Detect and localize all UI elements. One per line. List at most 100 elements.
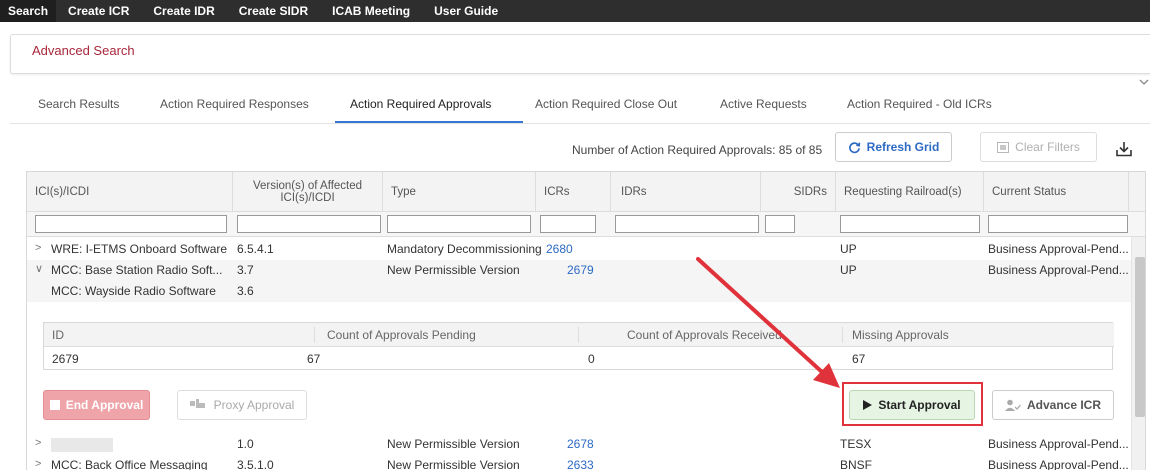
- download-icon[interactable]: [1115, 140, 1133, 158]
- tab-action-required-approvals[interactable]: Action Required Approvals: [350, 97, 491, 111]
- chevron-down-icon[interactable]: [1138, 76, 1150, 88]
- nav-create-idr[interactable]: Create IDR: [141, 0, 226, 22]
- cell-status: Business Approval-Pend...: [988, 242, 1129, 256]
- nav-icab-meeting[interactable]: ICAB Meeting: [320, 0, 422, 22]
- header-sidrs[interactable]: SIDRs: [761, 172, 836, 212]
- nav-create-icr[interactable]: Create ICR: [56, 0, 141, 22]
- subcell-received: 0: [588, 352, 595, 366]
- cell-railroad: UP: [840, 263, 857, 277]
- subcell-pending: 67: [307, 352, 321, 366]
- header-idrs[interactable]: IDRs: [611, 172, 761, 212]
- cell-type: Mandatory Decommissioning: [387, 242, 542, 256]
- subheader-missing: Missing Approvals: [852, 328, 949, 342]
- table-row[interactable]: > MCC: Back Office Messaging 3.5.1.0 New…: [27, 455, 1131, 470]
- cell-icr-link[interactable]: 2678: [567, 437, 594, 451]
- header-status[interactable]: Current Status: [984, 172, 1129, 212]
- refresh-grid-label: Refresh Grid: [866, 140, 940, 154]
- end-approval-label: End Approval: [65, 398, 144, 412]
- subcell-missing: 67: [852, 352, 866, 366]
- clear-filters-button[interactable]: Clear Filters: [980, 132, 1097, 162]
- clear-filters-label: Clear Filters: [1015, 140, 1080, 154]
- scrollbar-thumb[interactable]: [1135, 257, 1145, 417]
- nav-create-sidr[interactable]: Create SIDR: [227, 0, 320, 22]
- table-row-expanded[interactable]: ∨ MCC: Base Station Radio Soft... 3.7 Ne…: [27, 260, 1131, 281]
- cell-status: Business Approval-Pend...: [988, 458, 1129, 470]
- cell-railroad: TESX: [840, 437, 872, 451]
- tab-active-requests[interactable]: Active Requests: [720, 97, 807, 111]
- filter-idrs-input[interactable]: [615, 215, 759, 233]
- header-railroad[interactable]: Requesting Railroad(s): [836, 172, 984, 212]
- cell-version: 3.5.1.0: [237, 458, 274, 470]
- grid-scrollbar[interactable]: [1131, 237, 1145, 470]
- filter-type-input[interactable]: [387, 215, 531, 233]
- cell-type: New Permissible Version: [387, 458, 520, 470]
- subgrid-header: ID Count of Approvals Pending Count of A…: [44, 323, 1114, 347]
- subheader-id: ID: [52, 328, 64, 342]
- proxy-approval-label: Proxy Approval: [213, 398, 295, 412]
- start-approval-button[interactable]: Start Approval: [849, 390, 975, 420]
- advance-icr-button[interactable]: Advance ICR: [992, 390, 1114, 420]
- chevron-right-icon[interactable]: >: [35, 242, 41, 254]
- column-divider: [842, 327, 843, 343]
- filter-version-input[interactable]: [237, 215, 381, 233]
- cell-version: 3.6: [237, 284, 254, 298]
- advanced-search-title[interactable]: Advanced Search: [32, 43, 135, 58]
- tab-action-required-close-out[interactable]: Action Required Close Out: [535, 97, 677, 111]
- filter-icrs-input[interactable]: [540, 215, 596, 233]
- cell-icr-link[interactable]: 2680: [546, 242, 573, 256]
- refresh-grid-button[interactable]: Refresh Grid: [835, 132, 952, 162]
- top-nav: Search Create ICR Create IDR Create SIDR…: [0, 0, 1150, 22]
- table-row[interactable]: > WRE: I-ETMS Onboard Software 6.5.4.1 M…: [27, 239, 1131, 260]
- subheader-received: Count of Approvals Received: [627, 328, 782, 342]
- filter-ici-input[interactable]: [35, 215, 227, 233]
- play-icon: [863, 400, 873, 410]
- cell-status: Business Approval-Pend...: [988, 263, 1129, 277]
- stop-icon: [49, 400, 60, 410]
- nav-user-guide[interactable]: User Guide: [422, 0, 510, 22]
- filter-railroad-input[interactable]: [840, 215, 980, 233]
- filter-status-input[interactable]: [988, 215, 1128, 233]
- grid-header: ICI(s)/ICDI Version(s) of Affected ICI(s…: [27, 172, 1145, 212]
- cell-type: New Permissible Version: [387, 437, 520, 451]
- filter-sidrs-input[interactable]: [765, 215, 795, 233]
- user-check-icon: [1004, 399, 1021, 411]
- approval-subgrid: ID Count of Approvals Pending Count of A…: [43, 322, 1114, 371]
- approval-detail-panel: ID Count of Approvals Pending Count of A…: [27, 302, 1131, 426]
- chevron-right-icon[interactable]: >: [35, 458, 41, 470]
- tab-action-required-responses[interactable]: Action Required Responses: [160, 97, 309, 111]
- advanced-search-panel[interactable]: Advanced Search: [10, 34, 1150, 74]
- active-tab-indicator: [335, 121, 523, 123]
- cell-ici: MCC: Back Office Messaging: [51, 458, 208, 470]
- filter-row: [27, 212, 1145, 237]
- cell-status: Business Approval-Pend...: [988, 437, 1129, 451]
- tab-action-required-old-icrs[interactable]: Action Required - Old ICRs: [847, 97, 992, 111]
- filter-clear-icon: [997, 141, 1010, 153]
- cell-ici: MCC: Base Station Radio Soft...: [51, 263, 223, 277]
- table-row-sub: MCC: Wayside Radio Software 3.6: [27, 281, 1131, 302]
- header-version[interactable]: Version(s) of Affected ICI(s)/ICDI: [233, 172, 383, 212]
- tab-search-results[interactable]: Search Results: [38, 97, 119, 111]
- header-icrs[interactable]: ICRs: [536, 172, 611, 212]
- subgrid-row: 2679 67 0 67: [44, 347, 1114, 371]
- table-row[interactable]: > 1.0 New Permissible Version 2678 TESX …: [27, 434, 1131, 455]
- redacted-text: [51, 438, 113, 452]
- approvals-count: Number of Action Required Approvals: 85 …: [572, 143, 823, 157]
- header-type[interactable]: Type: [383, 172, 536, 212]
- chevron-right-icon[interactable]: >: [35, 437, 41, 449]
- cell-icr-link[interactable]: 2679: [567, 263, 594, 277]
- nav-search[interactable]: Search: [0, 0, 57, 22]
- end-approval-button[interactable]: End Approval: [43, 390, 150, 420]
- refresh-icon: [848, 141, 860, 153]
- cell-railroad: UP: [840, 242, 857, 256]
- column-divider: [314, 327, 315, 343]
- cell-version: 6.5.4.1: [237, 242, 274, 256]
- cell-ici: MCC: Wayside Radio Software: [51, 284, 216, 298]
- chevron-down-icon[interactable]: ∨: [35, 262, 43, 275]
- proxy-approval-button[interactable]: Proxy Approval: [177, 390, 307, 420]
- tab-bar: Search Results Action Required Responses…: [10, 88, 1150, 124]
- cell-icr-link[interactable]: 2633: [567, 458, 594, 470]
- start-approval-label: Start Approval: [878, 398, 961, 412]
- header-ici[interactable]: ICI(s)/ICDI: [27, 172, 233, 212]
- approvals-grid: ICI(s)/ICDI Version(s) of Affected ICI(s…: [26, 171, 1146, 470]
- cell-type: New Permissible Version: [387, 263, 520, 277]
